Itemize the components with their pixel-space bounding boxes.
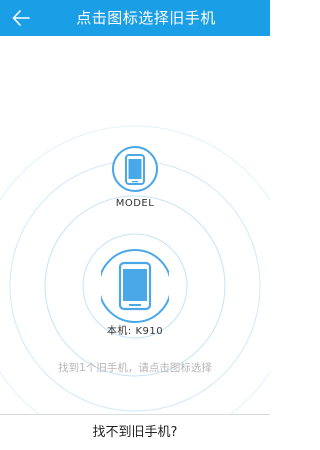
- radar-area: MODEL 本机: K910 找到1个旧手机，请点击图标选择: [0, 36, 270, 414]
- device-label: 本机: K910: [106, 326, 164, 337]
- device-label: MODEL: [115, 198, 155, 209]
- phone-icon: [112, 146, 158, 192]
- not-found-link[interactable]: 找不到旧手机?: [0, 415, 270, 450]
- radar-rings: [0, 125, 270, 414]
- title-bar: 点击图标选择旧手机: [0, 0, 270, 36]
- device-local[interactable]: 本机: K910: [101, 248, 169, 337]
- footer-bar: 找不到旧手机?: [0, 414, 270, 450]
- page-title: 点击图标选择旧手机: [76, 9, 216, 27]
- app-screen: 点击图标选择旧手机 MODEL 本机: K910 找到1个旧手机，请点击图标选择…: [0, 0, 270, 450]
- hint-text: 找到1个旧手机，请点击图标选择: [58, 362, 212, 374]
- device-model[interactable]: MODEL: [110, 144, 160, 209]
- phone-icon: [101, 249, 169, 323]
